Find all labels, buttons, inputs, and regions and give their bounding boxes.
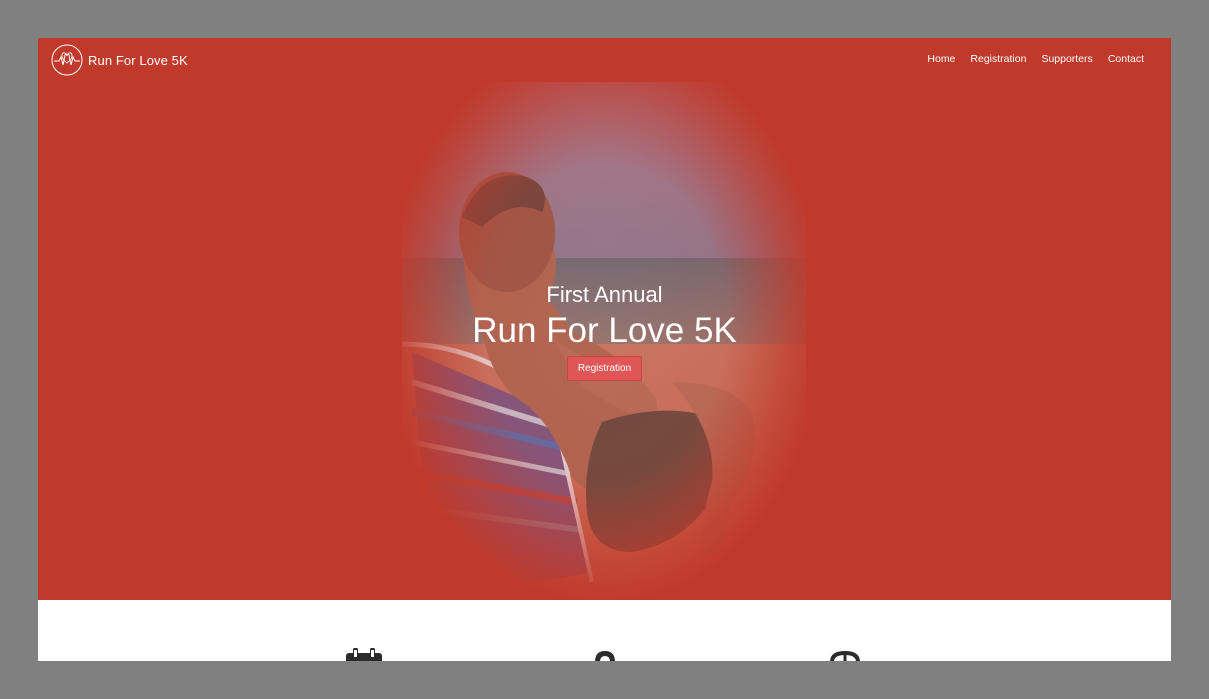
nav-link-registration[interactable]: Registration xyxy=(970,53,1026,65)
heart-heartbeat-icon xyxy=(51,44,83,76)
features-section xyxy=(38,600,1171,661)
calendar-icon xyxy=(346,648,382,661)
device-frame: Run For Love 5K Home Registration Suppor… xyxy=(0,0,1209,699)
nav-link-supporters[interactable]: Supporters xyxy=(1041,53,1092,65)
hero-subtitle: First Annual xyxy=(546,282,663,307)
nav-menu: Home Registration Supporters Contact xyxy=(927,53,1144,65)
hero-section: Run For Love 5K Home Registration Suppor… xyxy=(38,38,1171,600)
nav-link-home[interactable]: Home xyxy=(927,53,955,65)
browser-viewport[interactable]: Run For Love 5K Home Registration Suppor… xyxy=(38,38,1171,661)
brand-name: Run For Love 5K xyxy=(88,52,188,68)
nav-link-contact[interactable]: Contact xyxy=(1108,53,1144,65)
top-navbar: Run For Love 5K Home Registration Suppor… xyxy=(38,38,1171,82)
hero-title: Run For Love 5K xyxy=(472,311,737,350)
registration-button[interactable]: Registration xyxy=(566,356,643,381)
clock-icon xyxy=(830,651,860,661)
brand-link[interactable]: Run For Love 5K xyxy=(51,44,188,76)
location-pin-icon xyxy=(595,651,615,661)
hero-text: First Annual Run For Love 5K Registratio… xyxy=(38,282,1171,381)
